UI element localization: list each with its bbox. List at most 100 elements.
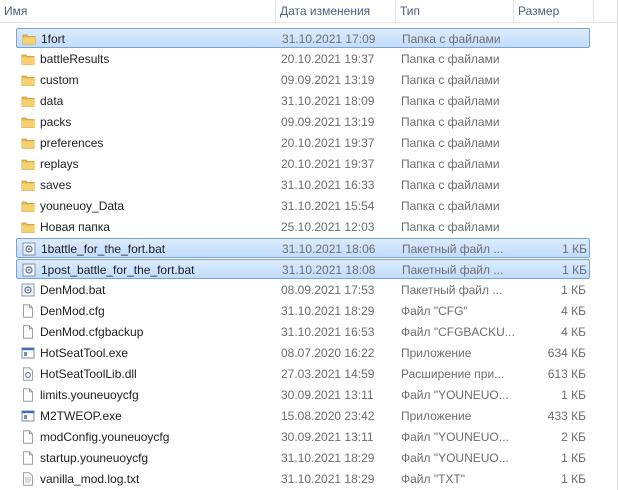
folder-icon [21, 52, 35, 66]
file-row[interactable]: 1fort 31.10.2021 17:09 Папка с файлами [16, 28, 590, 48]
file-row[interactable]: 1post_battle_for_the_fort.bat 31.10.2021 … [16, 259, 590, 279]
file-size [516, 112, 586, 132]
file-type: Папка с файлами [401, 157, 500, 171]
folder-icon [21, 157, 35, 171]
column-header-size-label: Размер [518, 4, 560, 18]
column-header-type[interactable]: Тип [396, 0, 514, 22]
batch-file-icon [21, 283, 35, 297]
file-row[interactable]: DenMod.bat 08.09.2021 17:53 Пакетный файл … [16, 280, 590, 300]
file-size: 634 КБ [547, 346, 586, 360]
column-header-date-label: Дата изменения [280, 4, 371, 18]
column-header-size[interactable]: Размер [514, 0, 594, 22]
file-type: Папка с файлами [401, 73, 500, 87]
file-row[interactable]: preferences 20.10.2021 19:37 Папка с файла… [16, 133, 590, 153]
file-date: 09.09.2021 13:19 [281, 73, 375, 87]
file-date: 31.10.2021 18:29 [281, 472, 375, 486]
file-row[interactable]: startup.youneuoycfg 31.10.2021 18:29 Файл … [16, 448, 590, 468]
file-size [516, 154, 586, 174]
file-size: 4 КБ [561, 325, 586, 339]
file-date: 31.10.2021 17:09 [282, 32, 376, 46]
file-row[interactable]: data 31.10.2021 18:09 Папка с файлами [16, 91, 590, 111]
file-name: custom [40, 73, 79, 87]
file-date: 31.10.2021 16:53 [281, 325, 375, 339]
file-size [516, 217, 586, 237]
file-date: 09.09.2021 13:19 [281, 115, 375, 129]
file-name: replays [40, 157, 79, 171]
column-header-type-label: Тип [400, 4, 421, 18]
file-row[interactable]: DenMod.cfg 31.10.2021 18:29 Файл "CFG" 4 КБ [16, 301, 590, 321]
file-name: HotSeatTool.exe [40, 346, 129, 360]
file-name: DenMod.bat [40, 283, 106, 297]
file-row[interactable]: limits.youneuoycfg 30.09.2021 13:11 Файл "… [16, 385, 590, 405]
file-size: 433 КБ [547, 409, 586, 423]
file-row[interactable]: modConfig.youneuoycfg 30.09.2021 13:11 Фай… [16, 427, 590, 447]
file-name: packs [40, 115, 72, 129]
dll-icon [21, 367, 35, 381]
file-row[interactable]: vanilla_mod.log.txt 31.10.2021 18:29 Файл … [16, 469, 590, 489]
file-date: 08.09.2021 17:53 [281, 283, 375, 297]
file-size [516, 175, 586, 195]
file-row[interactable]: youneuoy_Data 31.10.2021 15:54 Папка с фай… [16, 196, 590, 216]
file-row[interactable]: replays 20.10.2021 19:37 Папка с файлами [16, 154, 590, 174]
file-size [516, 70, 586, 90]
file-row[interactable]: M2TWEOP.exe 15.08.2020 23:42 Приложение 433… [16, 406, 590, 426]
file-row[interactable]: saves 31.10.2021 16:33 Папка с файлами [16, 175, 590, 195]
file-type: Файл "YOUNEUO... [401, 388, 509, 402]
file-size: 1 КБ [562, 242, 587, 256]
file-name: battleResults [40, 52, 110, 66]
file-date: 31.10.2021 18:08 [282, 263, 376, 277]
file-date: 30.09.2021 13:11 [281, 388, 374, 402]
batch-file-icon [22, 263, 36, 277]
file-icon [21, 304, 35, 318]
file-date: 20.10.2021 19:37 [281, 52, 375, 66]
file-type: Приложение [401, 346, 472, 360]
file-type: Папка с файлами [401, 199, 500, 213]
file-size: 1 КБ [561, 283, 586, 297]
file-type: Папка с файлами [401, 52, 500, 66]
file-name: 1battle_for_the_fort.bat [41, 242, 166, 256]
file-type: Расширение при... [401, 367, 505, 381]
folder-icon [21, 73, 35, 87]
column-header-bar: ⌃ Имя Дата изменения Тип Размер [0, 0, 618, 23]
file-row[interactable]: DenMod.cfgbackup 31.10.2021 16:53 Файл "CF… [16, 322, 590, 342]
file-name: M2TWEOP.exe [40, 409, 122, 423]
file-type: Пакетный файл ... [401, 283, 503, 297]
column-header-name[interactable]: Имя [0, 0, 276, 22]
folder-icon [22, 32, 36, 46]
file-name: limits.youneuoycfg [40, 388, 139, 402]
file-name: HotSeatToolLib.dll [40, 367, 137, 381]
file-size: 1 КБ [561, 472, 586, 486]
file-type: Пакетный файл ... [402, 242, 504, 256]
file-date: 27.03.2021 14:59 [281, 367, 375, 381]
file-row[interactable]: HotSeatToolLib.dll 27.03.2021 14:59 Расшир… [16, 364, 590, 384]
folder-icon [21, 220, 35, 234]
file-row[interactable]: packs 09.09.2021 13:19 Папка с файлами [16, 112, 590, 132]
file-date: 20.10.2021 19:37 [281, 136, 375, 150]
file-date: 08.07.2020 16:22 [281, 346, 375, 360]
file-type: Папка с файлами [401, 94, 500, 108]
file-icon [21, 388, 35, 402]
file-type: Папка с файлами [401, 136, 500, 150]
file-type: Приложение [401, 409, 472, 423]
file-row[interactable]: 1battle_for_the_fort.bat 31.10.2021 18:06… [16, 238, 590, 258]
file-size [516, 49, 586, 69]
file-name: preferences [40, 136, 104, 150]
file-type: Файл "YOUNEUO... [401, 451, 509, 465]
file-date: 20.10.2021 19:37 [281, 157, 375, 171]
file-row[interactable]: Новая папка 25.10.2021 12:03 Папка с файла… [16, 217, 590, 237]
file-row[interactable]: battleResults 20.10.2021 19:37 Папка с фай… [16, 49, 590, 69]
file-row[interactable]: HotSeatTool.exe 08.07.2020 16:22 Приложени… [16, 343, 590, 363]
file-type: Папка с файлами [401, 115, 500, 129]
file-type: Файл "CFGBACKU... [401, 325, 515, 339]
file-name: 1post_battle_for_the_fort.bat [41, 263, 195, 277]
folder-icon [21, 136, 35, 150]
file-date: 31.10.2021 18:09 [281, 94, 375, 108]
file-name: saves [40, 178, 72, 192]
file-size: 1 КБ [561, 388, 586, 402]
column-header-date[interactable]: Дата изменения [276, 0, 396, 22]
file-date: 31.10.2021 16:33 [281, 178, 375, 192]
file-date: 15.08.2020 23:42 [281, 409, 375, 423]
file-name: 1fort [41, 32, 66, 46]
file-size: 4 КБ [561, 304, 586, 318]
file-row[interactable]: custom 09.09.2021 13:19 Папка с файлами [16, 70, 590, 90]
